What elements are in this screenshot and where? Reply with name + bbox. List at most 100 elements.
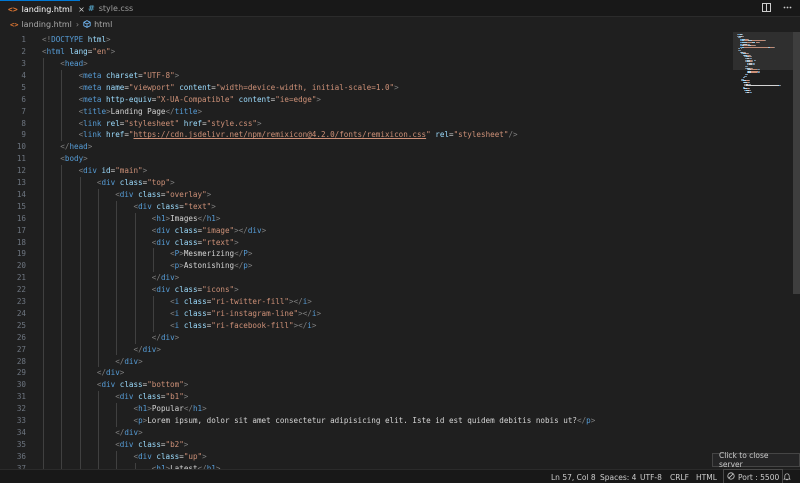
line-number: 10 <box>16 142 26 152</box>
code-token: head <box>64 59 84 68</box>
code-line[interactable]: <p>Lorem ipsum, dolor sit amet consectet… <box>134 415 596 427</box>
line-number: 11 <box>16 154 26 164</box>
breadcrumb: <> landing.html › html <box>0 17 800 32</box>
code-line[interactable]: <i class="ri-facebook-fill"></i> <box>170 320 316 332</box>
line-number: 30 <box>16 380 26 390</box>
code-token: div <box>156 225 171 235</box>
scrollbar-thumb[interactable] <box>793 32 800 294</box>
code-line[interactable]: <div class="top"> <box>97 177 175 189</box>
code-line[interactable]: <!DOCTYPE html> <box>42 34 111 46</box>
code-token: > <box>156 344 161 354</box>
code-area[interactable]: <!DOCTYPE html> <html lang="en"> <head> <me… <box>42 32 732 475</box>
breadcrumb-file[interactable]: landing.html <box>21 20 71 29</box>
code-token: div <box>83 166 97 176</box>
line-number: 26 <box>16 332 26 342</box>
code-token: > <box>206 189 212 199</box>
code-line[interactable]: <link href="https://cdn.jsdelivr.net/npm… <box>79 129 518 141</box>
line-number-gutter: 1 2 3 4 5 6 7 8 9 10 11 12 13 14 15 16 17 18 19 20 21 22 23 24 2… <box>0 32 32 472</box>
code-line[interactable]: <body> <box>60 153 87 165</box>
cursor-position[interactable]: Ln 57, Col 8 <box>551 470 596 483</box>
code-line[interactable]: <h1>Images</h1> <box>152 213 221 225</box>
code-line[interactable]: <div class="image"></div> <box>152 225 266 237</box>
code-line[interactable]: </div> <box>97 367 124 379</box>
line-number: 35 <box>16 439 26 449</box>
code-token: "UTF-8" <box>142 70 175 80</box>
tab-style-css[interactable]: # style.css <box>80 0 150 17</box>
code-token: ></ <box>293 320 308 330</box>
minimap-mark <box>744 77 745 79</box>
more-actions-icon[interactable] <box>783 3 792 15</box>
indent-guide <box>61 165 63 475</box>
line-number: 36 <box>16 451 26 461</box>
tab-landing-html[interactable]: <> landing.html × <box>0 0 85 17</box>
code-token: head <box>69 142 88 152</box>
line-number: 13 <box>16 178 26 187</box>
code-token: Popular <box>151 404 184 414</box>
code-token: class <box>119 178 143 187</box>
code-line[interactable]: </div> <box>134 344 161 356</box>
code-token: > <box>138 356 143 366</box>
minimap-mark <box>780 85 781 87</box>
bell-icon[interactable] <box>783 470 791 483</box>
code-line[interactable]: <i class="ri-twitter-fill"></i> <box>170 296 312 308</box>
code-line[interactable]: <html lang="en"> <box>42 46 115 58</box>
code-line[interactable]: <div class="b1"> <box>115 391 188 403</box>
minimap-slider[interactable] <box>733 32 793 70</box>
code-line[interactable]: <div class="icons"> <box>152 284 239 296</box>
code-line[interactable]: </head> <box>60 141 92 153</box>
code-token: > <box>197 106 203 116</box>
code-line[interactable]: <p>Astonishing</p> <box>170 260 252 272</box>
encoding[interactable]: UTF-8 <box>640 470 662 483</box>
indentation[interactable]: Spaces: 4 <box>600 470 636 483</box>
code-line[interactable]: <div class="bottom"> <box>97 379 188 391</box>
code-line[interactable]: <meta name="viewport" content="width=dev… <box>79 82 399 94</box>
code-editor[interactable]: 1 2 3 4 5 6 7 8 9 10 11 12 13 14 15 16 17 18 19 20 21 22 23 24 2… <box>0 32 800 475</box>
code-token: div <box>119 392 134 402</box>
language-mode[interactable]: HTML <box>696 470 717 483</box>
port-label: Port : 5500 <box>738 472 780 482</box>
code-token: div <box>124 427 139 437</box>
code-token: class <box>174 285 198 295</box>
indent-guide <box>116 403 118 427</box>
code-token: title <box>174 106 198 116</box>
code-token[interactable]: https://cdn.jsdelivr.net/npm/remixicon@4… <box>134 130 427 139</box>
code-line[interactable]: <meta http-equiv="X-UA-Compatible" conte… <box>79 94 321 106</box>
code-line[interactable]: <P>Mesmerizing</P> <box>170 248 252 260</box>
code-token: > <box>106 35 111 45</box>
line-number: 28 <box>16 356 26 366</box>
code-line[interactable]: <h1>Popular</h1> <box>134 403 207 415</box>
code-token: div <box>119 439 134 449</box>
code-token: "X-UA-Compatible" <box>156 94 235 104</box>
end-of-line[interactable]: CRLF <box>670 470 689 483</box>
minimap-mark <box>758 72 760 74</box>
code-line[interactable]: <head> <box>60 58 87 70</box>
code-line[interactable]: <div class="text"> <box>134 201 216 213</box>
code-line[interactable]: <div id="main"> <box>79 165 148 177</box>
minimap-mark <box>745 85 779 87</box>
indent-guide <box>43 58 44 475</box>
code-line[interactable]: <div class="overlay"> <box>115 189 211 201</box>
code-line[interactable]: </div> <box>152 332 179 344</box>
code-line[interactable]: <div class="rtext"> <box>152 237 239 249</box>
breadcrumb-symbol[interactable]: html <box>94 20 112 29</box>
live-server-port[interactable]: Port : 5500 <box>722 469 784 483</box>
code-line[interactable]: </div> <box>115 356 142 368</box>
code-line[interactable]: <title>Landing Page</title> <box>79 106 202 118</box>
code-token: body <box>64 154 84 164</box>
code-line[interactable]: <i class="ri-instagram-line"></i> <box>170 308 321 320</box>
code-line[interactable]: </div> <box>152 272 179 284</box>
line-number: 7 <box>21 106 26 116</box>
code-token: link <box>83 130 102 140</box>
line-number: 15 <box>16 201 26 211</box>
line-number: 31 <box>16 392 26 402</box>
css-file-icon: # <box>88 4 95 13</box>
code-token: div <box>160 332 175 342</box>
code-line[interactable]: <meta charset="UTF-8"> <box>79 70 180 82</box>
code-token: > <box>311 320 317 330</box>
code-line[interactable]: <div class="up"> <box>134 451 207 463</box>
code-token: href <box>106 130 125 140</box>
code-line[interactable]: <div class="b2"> <box>115 439 188 451</box>
code-line[interactable]: <link rel="stylesheet" href="style.css"> <box>79 118 262 130</box>
split-editor-icon[interactable] <box>762 2 771 15</box>
code-line[interactable]: </div> <box>115 427 142 439</box>
